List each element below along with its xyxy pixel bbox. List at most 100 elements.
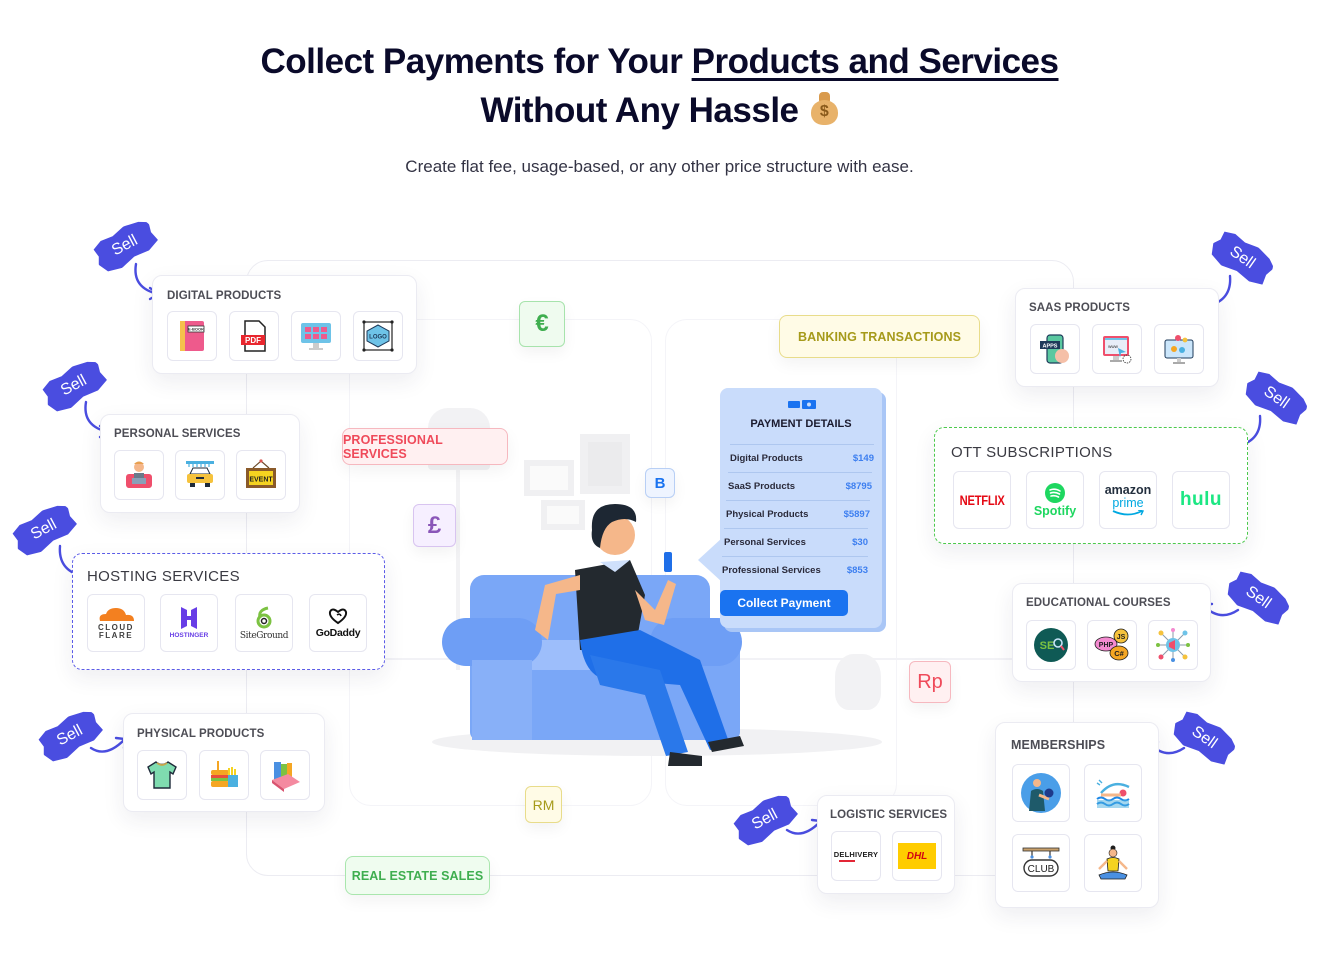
hostinger-text: HOSTINGER (169, 632, 209, 639)
page-subtitle: Create flat fee, usage-based, or any oth… (405, 157, 914, 176)
svg-text:C#: C# (1114, 649, 1124, 658)
hulu-logo: hulu (1179, 489, 1223, 510)
car-wash-icon (186, 461, 214, 487)
payment-row: SaaS Products $8795 (728, 472, 872, 500)
money-bag-icon: $ (809, 90, 839, 126)
digital-products-title: DIGITAL PRODUCTS (167, 290, 282, 302)
ott-subscriptions-title: OTT SUBSCRIPTIONS (951, 444, 1113, 461)
digital-product-tile[interactable]: LOGO (353, 311, 403, 361)
title-prefix: Collect Payments for Your (260, 42, 692, 81)
physical-product-tile[interactable] (137, 750, 187, 800)
saas-product-tile[interactable] (1154, 324, 1204, 374)
event-sign-icon: EVENT (246, 459, 276, 488)
personal-service-tile[interactable] (114, 450, 164, 500)
svg-text:PDF: PDF (245, 336, 261, 345)
club-sign-icon: CLUB (1022, 847, 1060, 877)
hosting-provider-tile[interactable]: CLOUD FLARE (87, 594, 145, 652)
membership-tile[interactable]: CLUB (1012, 834, 1070, 892)
ebook-icon: E-BOOK (180, 321, 205, 351)
collect-payment-button[interactable]: Collect Payment (720, 590, 848, 616)
ott-service-tile[interactable]: hulu (1172, 471, 1230, 529)
course-tile[interactable]: SE (1026, 620, 1076, 670)
educational-courses-card: EDUCATIONAL COURSES SE JS PHP C# (1012, 583, 1211, 682)
books-icon (272, 762, 300, 792)
web-template-icon (301, 323, 331, 350)
membership-tile[interactable] (1084, 764, 1142, 822)
seo-icon: SE (1034, 628, 1068, 662)
freelancer-icon (126, 461, 152, 488)
ott-subscriptions-card: OTT SUBSCRIPTIONS NETFLIX Spotify amazon… (934, 427, 1248, 544)
wall-frame-decoration (580, 434, 630, 494)
ott-service-tile[interactable]: NETFLIX (953, 471, 1011, 529)
logistic-provider-tile[interactable]: DHL (892, 831, 942, 881)
svg-text:SE: SE (1040, 640, 1055, 652)
saas-product-tile[interactable]: www (1092, 324, 1142, 374)
hosting-provider-tile[interactable]: GoDaddy (309, 594, 367, 652)
logistic-services-card: LOGISTIC SERVICES DELHIVERY DHL (817, 795, 955, 894)
digital-product-tile[interactable]: PDF (229, 311, 279, 361)
logistic-provider-tile[interactable]: DELHIVERY (831, 831, 881, 881)
payment-row: Digital Products $149 (730, 444, 874, 472)
payment-row: Personal Services $30 (724, 528, 868, 556)
educational-courses-title: EDUCATIONAL COURSES (1026, 597, 1171, 609)
person-phone (664, 552, 672, 572)
saas-product-tile[interactable]: APPS (1030, 324, 1080, 374)
delhivery-underline (839, 860, 855, 862)
sofa-arm-left (442, 618, 542, 666)
page-title-line-1: Collect Payments for Your Products and S… (0, 38, 1319, 86)
course-tile[interactable] (1148, 620, 1198, 670)
credit-card-cash-icon (788, 400, 816, 409)
delhivery-logo: DELHIVERY (833, 850, 879, 860)
payment-details-title: PAYMENT DETAILS (750, 418, 852, 430)
physical-products-card: PHYSICAL PRODUCTS (123, 713, 325, 812)
personal-service-tile[interactable]: EVENT (236, 450, 286, 500)
spotify-icon (1045, 482, 1065, 503)
dhl-logo: DHL (898, 843, 936, 869)
ringgit-currency-badge: RM (525, 786, 562, 823)
payment-details-card: PAYMENT DETAILS Digital Products $149 Saa… (698, 388, 882, 628)
website-icon: www (1103, 336, 1132, 364)
swimming-icon (1096, 779, 1130, 808)
person-on-sofa-illustration (442, 504, 744, 766)
physical-product-tile[interactable] (260, 750, 310, 800)
spotify-text: Spotify (1033, 503, 1077, 518)
yoga-icon (1098, 845, 1128, 880)
speech-pointer (698, 538, 722, 582)
personal-services-card: PERSONAL SERVICES EVENT (100, 414, 300, 513)
bitcoin-currency-badge: B (645, 468, 675, 498)
svg-text:EVENT: EVENT (249, 477, 273, 484)
logistic-services-title: LOGISTIC SERVICES (830, 809, 948, 821)
ott-service-tile[interactable]: amazon prime (1099, 471, 1157, 529)
digital-product-tile[interactable] (291, 311, 341, 361)
hosting-provider-tile[interactable]: SiteGround (235, 594, 293, 652)
payment-row: Physical Products $5897 (726, 500, 870, 528)
saas-products-card: SAAS PRODUCTS APPS www (1015, 288, 1219, 387)
title-underlined: Products and Services (691, 42, 1059, 81)
hostinger-h-icon (181, 607, 197, 629)
course-tile[interactable]: JS PHP C# (1087, 620, 1137, 670)
tag-professional-services: PROFESSIONAL SERVICES (342, 428, 508, 465)
amazon-smile-icon (1112, 510, 1145, 516)
apps-icon: APPS (1040, 334, 1069, 364)
euro-currency-badge: € (519, 301, 565, 347)
personal-service-tile[interactable] (175, 450, 225, 500)
godaddy-text: GoDaddy (315, 627, 361, 639)
ott-service-tile[interactable]: Spotify (1026, 471, 1084, 529)
netflix-logo: NETFLIX (959, 492, 1005, 508)
physical-product-tile[interactable] (199, 750, 249, 800)
cloudflare-text: CLOUD FLARE (98, 623, 134, 640)
hosting-provider-tile[interactable]: HOSTINGER (160, 594, 218, 652)
siteground-icon (256, 606, 272, 628)
memberships-title: MEMBERSHIPS (1011, 738, 1106, 752)
membership-tile[interactable] (1084, 834, 1142, 892)
prime-text: prime (1112, 496, 1144, 510)
membership-tile[interactable] (1012, 764, 1070, 822)
person-shoe-left (668, 752, 702, 766)
programming-languages-icon: JSPHPC# (1094, 628, 1129, 661)
personal-services-title: PERSONAL SERVICES (114, 428, 241, 440)
digital-product-tile[interactable]: E-BOOK (167, 311, 217, 361)
logo-design-icon: LOGO (362, 320, 394, 352)
tag-real-estate-sales: REAL ESTATE SALES (345, 856, 490, 895)
digital-products-card: DIGITAL PRODUCTS E-BOOK PDF LOGO (152, 275, 417, 374)
sofa-front-left (472, 660, 532, 740)
